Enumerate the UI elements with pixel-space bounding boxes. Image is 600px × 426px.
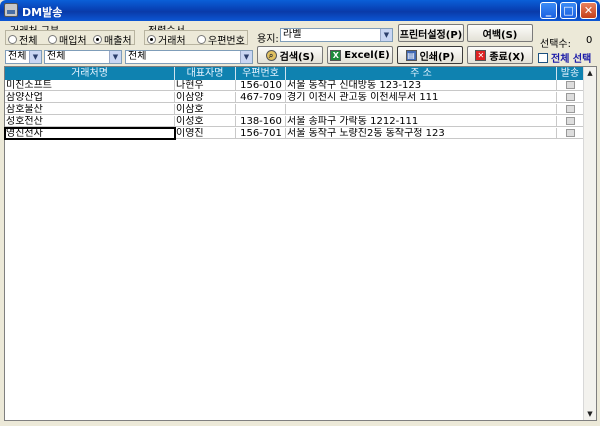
radio-client-all[interactable]: 전체 [8,32,37,47]
send-checkbox[interactable] [566,105,575,113]
search-button[interactable]: ⌕ 검색(S) [257,46,323,64]
cell-rep[interactable]: 이성호 [175,116,236,127]
cell-zip[interactable]: 467-709 [236,92,286,103]
cell-address[interactable]: 경기 이천시 관고동 이천세무서 111 [286,92,557,103]
radio-sort-zip[interactable]: 우편번호 [197,32,245,47]
chevron-down-icon: ▼ [29,51,41,63]
select-all-checkbox[interactable]: 전체 선택 [538,50,591,65]
cell-address[interactable]: 서울 송파구 가락동 1212-111 [286,116,557,127]
column-header-name[interactable]: 거래처명 [5,67,175,80]
radio-dot-selected [147,35,156,44]
minimize-button[interactable]: _ [540,2,557,19]
cell-address[interactable]: 서울 동작구 노량진2동 동작구청 123 [286,128,557,139]
table-row[interactable]: 삼양산업 이삼양 467-709 경기 이천시 관고동 이천세무서 111 [5,92,584,103]
radio-dot-selected [93,35,102,44]
cell-address[interactable] [286,104,557,115]
radio-dot [8,35,17,44]
selection-count-label: 선택수: [540,39,571,50]
paper-label: 용지: [257,34,279,45]
radio-sort-client[interactable]: 거래처 [147,32,186,47]
chevron-down-icon: ▼ [240,51,252,63]
cell-name-selected[interactable]: 영진전자 [4,127,176,140]
radio-dot [48,35,57,44]
table-row[interactable]: 미진소프트 나현우 156-010 서울 동작구 신대방동 123-123 [5,80,584,91]
margin-button[interactable]: 여백(S) [467,24,533,42]
filter-combo-3[interactable]: 전체 ▼ [125,50,253,64]
cell-zip[interactable]: 156-010 [236,80,286,91]
title-bar[interactable]: DM발송 _ □ ✕ [0,0,600,21]
cell-zip[interactable]: 138-160 [236,116,286,127]
column-header-rep[interactable]: 대표자명 [175,67,236,80]
cell-name[interactable]: 성호전산 [5,116,175,127]
window-title: DM발송 [22,6,63,19]
radio-client-sales[interactable]: 매출처 [93,32,132,47]
column-header-address[interactable]: 주 소 [286,67,557,80]
cell-name[interactable]: 삼호물산 [5,104,175,115]
chevron-down-icon: ▼ [109,51,121,63]
table-row[interactable]: 성호전산 이성호 138-160 서울 송파구 가락동 1212-111 [5,116,584,127]
send-checkbox[interactable] [566,93,575,101]
selection-count-value: 0 [586,35,593,46]
radio-dot [197,35,206,44]
cell-address[interactable]: 서울 동작구 신대방동 123-123 [286,80,557,91]
radio-client-purchase[interactable]: 매입처 [48,32,87,47]
exit-button[interactable]: ✕ 종료(X) [467,46,533,64]
cell-rep[interactable]: 이영진 [175,128,236,139]
send-checkbox[interactable] [566,129,575,137]
column-header-send[interactable]: 발송 [557,67,584,80]
magnifier-icon: ⌕ [265,49,277,61]
cell-zip[interactable] [236,104,286,115]
cell-zip[interactable]: 156-701 [236,128,286,139]
send-checkbox[interactable] [566,81,575,89]
scroll-up-icon[interactable]: ▲ [584,67,596,79]
excel-button[interactable]: X Excel(E) [327,46,393,64]
printer-setup-button[interactable]: 프린터설정(P) [398,24,464,42]
scroll-down-icon[interactable]: ▼ [584,408,596,420]
table-row[interactable]: 삼호물산 이삼호 [5,104,584,115]
app-icon [4,3,18,17]
cell-rep[interactable]: 나현우 [175,80,236,91]
filter-combo-2[interactable]: 전체 ▼ [44,50,122,64]
table-row[interactable]: 영진전자 이영진 156-701 서울 동작구 노량진2동 동작구청 123 [4,127,584,140]
cell-rep[interactable]: 이삼양 [175,92,236,103]
maximize-button[interactable]: □ [560,2,577,19]
column-header-zip[interactable]: 우편번호 [236,67,286,80]
client-grid[interactable]: 거래처명 대표자명 우편번호 주 소 발송 미진소프트 나현우 156-010 … [4,66,597,421]
vertical-scrollbar[interactable]: ▲ ▼ [583,67,596,420]
cell-name[interactable]: 삼양산업 [5,92,175,103]
cell-name[interactable]: 미진소프트 [5,80,175,91]
close-x-icon: ✕ [475,49,487,61]
filter-combo-1[interactable]: 전체 ▼ [5,50,42,64]
chevron-down-icon: ▼ [380,29,392,41]
paper-select[interactable]: 라벨 ▼ [280,28,393,42]
checkbox-box [538,52,548,63]
close-button[interactable]: ✕ [580,2,597,19]
send-checkbox[interactable] [566,117,575,125]
printer-icon: ▤ [405,49,417,61]
print-button[interactable]: ▤ 인쇄(P) [397,46,463,64]
excel-icon: X [330,49,342,61]
cell-rep[interactable]: 이삼호 [175,104,236,115]
